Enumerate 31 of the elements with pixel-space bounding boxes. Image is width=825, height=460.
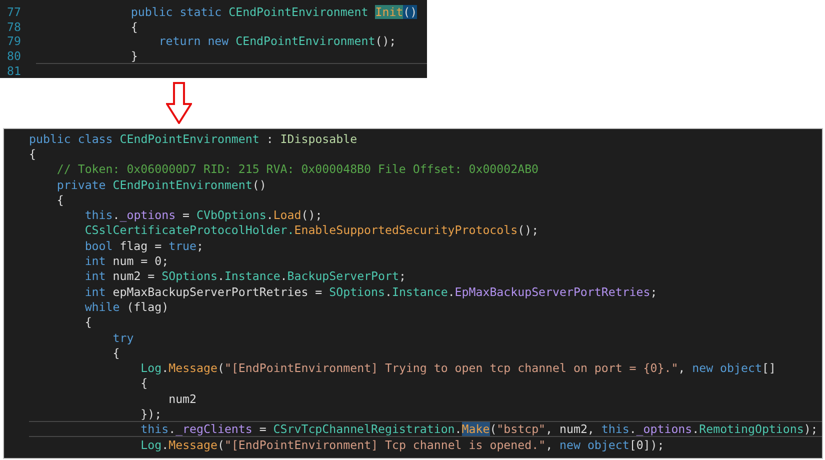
- code-line: int num2 = SOptions.Instance.BackupServerPort;: [84, 269, 407, 284]
- code-line: int epMaxBackupServerPortRetries = SOptions.Instance.EpMaxBackupServerPortRetries;: [84, 284, 658, 299]
- code-line: bool flag = true;: [84, 238, 204, 253]
- line-number: 80: [6, 49, 22, 64]
- code-line: {: [112, 346, 121, 360]
- code-line: while (flag): [84, 300, 170, 314]
- line-number: 78: [6, 20, 22, 34]
- code-line: }: [36, 48, 427, 64]
- code-line: num2: [168, 392, 198, 406]
- code-line: this._options = CVbOptions.Load();: [84, 208, 324, 222]
- code-line: {: [84, 315, 93, 330]
- code-line: CSslCertificateProtocolHolder.EnableSupportedSecurityProtocols();: [84, 223, 540, 238]
- code-line: try: [112, 330, 135, 344]
- code-line: {: [56, 192, 65, 207]
- code-line: int num = 0;: [84, 254, 170, 268]
- code-line: public class CEndPointEnvironment : IDisposable: [29, 132, 358, 146]
- down-arrow-icon: [166, 82, 192, 124]
- code-line: // Token: 0x060000D7 RID: 215 RVA: 0x000048B0 File Offset: 0x00002AB0: [56, 162, 540, 176]
- code-line: this._regClients = CSrvTcpChannelRegistration.Make("bstcp", num2, this._options.RemotingOptions);: [29, 421, 822, 438]
- code-line: return new CEndPointEnvironment();: [158, 34, 398, 48]
- code-line: public static CEndPointEnvironment Init(): [130, 5, 418, 20]
- code-line: });: [140, 406, 163, 421]
- line-number: 79: [6, 34, 22, 48]
- code-line: {: [130, 20, 139, 34]
- line-number: 81: [6, 64, 22, 78]
- code-line: private CEndPointEnvironment(): [56, 178, 268, 192]
- code-line: {: [140, 376, 149, 390]
- line-number: 77: [6, 5, 22, 20]
- code-line: {: [29, 146, 37, 161]
- code-line: Log.Message("[EndPointEnvironment] Tcp channel is opened.", new object[0]);: [140, 438, 666, 452]
- code-line: Log.Message("[EndPointEnvironment] Trying to open tcp channel on port = {0}.", new object[]: [140, 361, 777, 376]
